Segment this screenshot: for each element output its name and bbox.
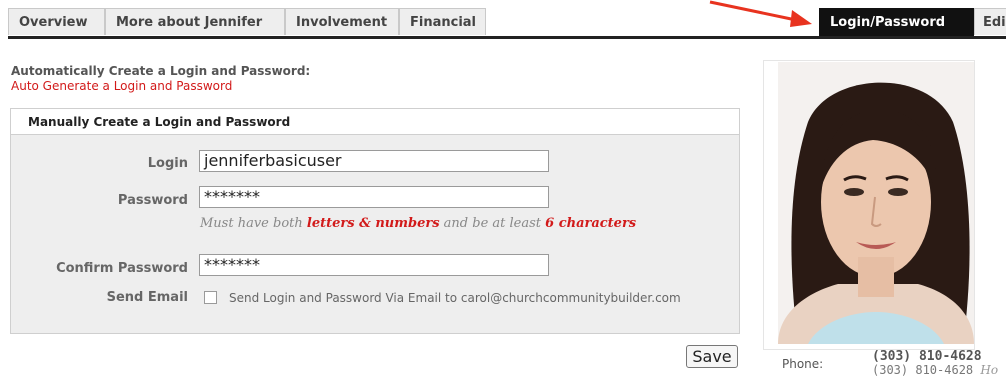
save-button[interactable]: Save bbox=[686, 345, 738, 368]
send-email-label: Send Email bbox=[106, 290, 188, 305]
confirm-password-label: Confirm Password bbox=[56, 261, 188, 276]
login-field[interactable]: jenniferbasicuser bbox=[199, 150, 549, 172]
password-hint: Must have both letters & numbers and be … bbox=[200, 216, 637, 231]
password-field[interactable]: ******* bbox=[199, 186, 549, 208]
confirm-password-field[interactable]: ******* bbox=[199, 254, 549, 276]
auto-generate-link[interactable]: Auto Generate a Login and Password bbox=[11, 79, 232, 93]
hint-emphasis-length: 6 characters bbox=[545, 216, 637, 231]
auto-create-heading: Automatically Create a Login and Passwor… bbox=[11, 64, 311, 78]
tab-bar: Overview More about Jennifer Involvement… bbox=[8, 8, 1006, 37]
annotation-arrow-icon bbox=[709, 0, 812, 27]
phone-label: Phone: bbox=[782, 357, 824, 371]
send-email-text: Send Login and Password Via Email to car… bbox=[229, 291, 681, 305]
tab-edit[interactable]: Edi bbox=[974, 8, 1006, 35]
panel-title: Manually Create a Login and Password bbox=[28, 115, 291, 129]
tab-overview[interactable]: Overview bbox=[8, 8, 105, 35]
password-label: Password bbox=[117, 193, 188, 208]
tab-login-password[interactable]: Login/Password bbox=[819, 8, 974, 37]
profile-photo bbox=[778, 62, 974, 344]
login-label: Login bbox=[147, 156, 188, 171]
tab-financial[interactable]: Financial bbox=[399, 8, 486, 35]
panel-header: Manually Create a Login and Password bbox=[11, 109, 739, 135]
tab-more-about[interactable]: More about Jennifer bbox=[105, 8, 285, 35]
hint-emphasis-letters: letters & numbers bbox=[306, 216, 440, 231]
send-email-checkbox[interactable] bbox=[204, 291, 217, 304]
phone-primary: (303) 810-4628 bbox=[872, 349, 982, 364]
tab-involvement[interactable]: Involvement bbox=[285, 8, 399, 35]
tab-underline bbox=[8, 36, 1006, 39]
